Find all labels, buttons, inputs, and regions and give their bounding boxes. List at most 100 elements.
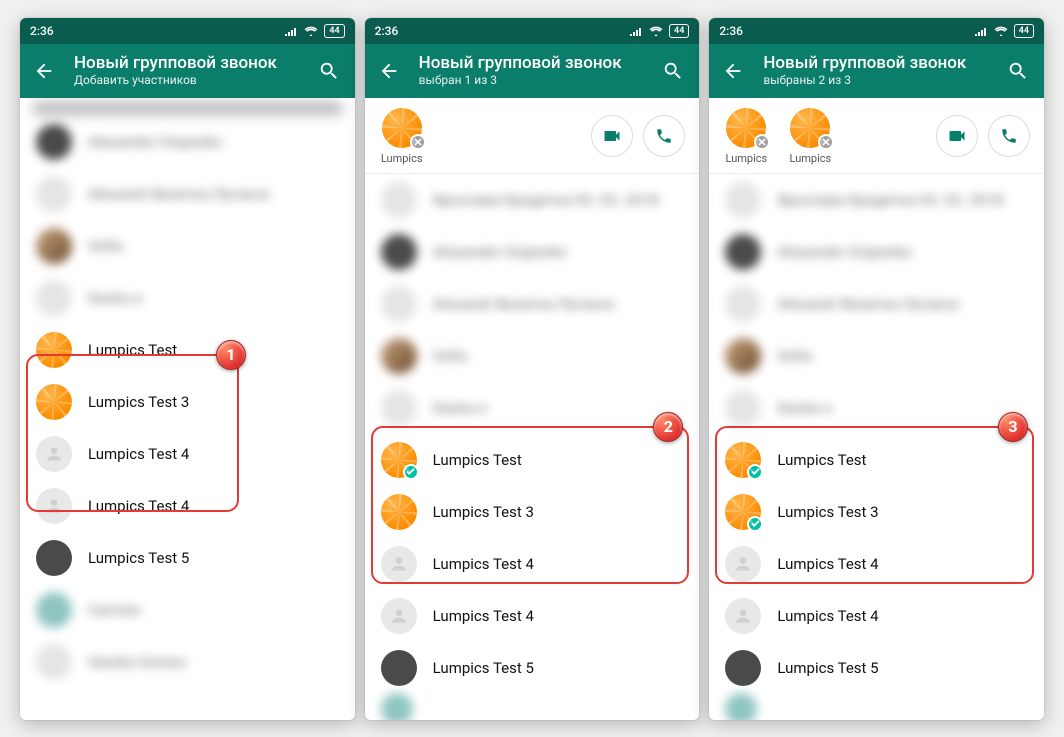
chip-label: Lumpics [726, 152, 768, 165]
contact-name: Lumpics Test 3 [777, 503, 878, 521]
back-arrow-icon[interactable] [28, 55, 60, 87]
battery-icon: 44 [669, 24, 689, 38]
contact-row-lumpics-test-4[interactable]: Lumpics Test 4 [20, 428, 355, 480]
page-title: Новый групповой звонок [763, 54, 988, 73]
voice-call-button[interactable] [988, 115, 1030, 157]
contact-row-blurred[interactable]: Alexandr Визитка Луганск [365, 278, 700, 330]
contact-row-lumpics-test-5[interactable]: Lumpics Test 5 [365, 642, 700, 694]
phone-screen-1: 2:36 44 Новый групповой звонок Добавить … [20, 18, 355, 720]
signal-icon [974, 26, 988, 36]
contact-row-blurred[interactable] [709, 694, 1044, 720]
avatar [725, 494, 761, 530]
video-call-button[interactable] [936, 115, 978, 157]
statusbar: 2:36 44 [709, 18, 1044, 44]
search-icon[interactable] [313, 55, 345, 87]
status-time: 2:36 [375, 24, 399, 38]
blurred-content [32, 102, 343, 116]
contact-row-lumpics-test[interactable]: Lumpics Test [20, 324, 355, 376]
search-icon[interactable] [1002, 55, 1034, 87]
contact-row-lumpics-test-4b[interactable]: Lumpics Test 4 [365, 590, 700, 642]
battery-icon: 44 [324, 24, 344, 38]
checkmark-icon [747, 464, 763, 480]
search-icon[interactable] [657, 55, 689, 87]
back-arrow-icon[interactable] [373, 55, 405, 87]
contact-row-blurred[interactable]: Ярослава Кредитка 05. 02. 2018 [365, 174, 700, 226]
avatar [381, 442, 417, 478]
contact-row-blurred[interactable]: Alexander Osipenko [365, 226, 700, 278]
contact-row-blurred[interactable] [365, 694, 700, 720]
selected-chip-lumpics-2[interactable]: Lumpics [787, 108, 833, 165]
checkmark-icon [747, 516, 763, 532]
selected-chip-lumpics[interactable]: Lumpics [723, 108, 769, 165]
contact-name: Lumpics Test [777, 451, 866, 469]
chip-label: Lumpics [790, 152, 832, 165]
remove-chip-icon[interactable] [410, 134, 426, 150]
contact-row-blurred[interactable]: Sandra Gomez [20, 636, 355, 688]
contact-name: Lumpics Test 5 [777, 659, 878, 677]
contact-row-lumpics-test-4b[interactable]: Lumpics Test 4 [20, 480, 355, 532]
avatar [36, 488, 72, 524]
contact-row-blurred[interactable]: Dasha ● [709, 382, 1044, 434]
contact-row-blurred[interactable]: Carmen [20, 584, 355, 636]
contact-name: Lumpics Test 5 [88, 549, 189, 567]
contact-name: Lumpics Test 4 [88, 497, 189, 515]
avatar [36, 436, 72, 472]
signal-icon [284, 26, 298, 36]
status-time: 2:36 [719, 24, 743, 38]
contact-row-blurred[interactable]: Sofia [709, 330, 1044, 382]
contact-row-blurred[interactable]: Alexander Osipenko [20, 116, 355, 168]
signal-icon [629, 26, 643, 36]
contact-row-lumpics-test-4b[interactable]: Lumpics Test 4 [709, 590, 1044, 642]
wifi-icon [649, 25, 663, 36]
avatar [725, 546, 761, 582]
avatar [36, 384, 72, 420]
statusbar: 2:36 44 [20, 18, 355, 44]
contact-name: Lumpics Test [433, 451, 522, 469]
avatar [36, 540, 72, 576]
avatar [381, 650, 417, 686]
contact-row-lumpics-test-5[interactable]: Lumpics Test 5 [709, 642, 1044, 694]
avatar [36, 332, 72, 368]
avatar [725, 598, 761, 634]
avatar [725, 650, 761, 686]
contact-row-blurred[interactable]: Dasha ● [365, 382, 700, 434]
avatar [381, 494, 417, 530]
video-call-button[interactable] [591, 115, 633, 157]
contact-row-blurred[interactable]: Alexandr Визитка Луганск [20, 168, 355, 220]
contact-row-blurred[interactable]: Alexander Osipenko [709, 226, 1044, 278]
wifi-icon [304, 25, 318, 36]
page-subtitle: выбраны 2 из 3 [763, 74, 988, 87]
contact-row-lumpics-test-3[interactable]: Lumpics Test 3 [709, 486, 1044, 538]
status-time: 2:36 [30, 24, 54, 38]
contacts-list: Ярослава Кредитка 05. 02. 2018 Alexander… [365, 174, 700, 720]
contacts-list: Ярослава Кредитка 05. 02. 2018 Alexander… [709, 174, 1044, 720]
contact-row-blurred[interactable]: Ярослава Кредитка 05. 02. 2018 [709, 174, 1044, 226]
contact-row-blurred[interactable]: Dasha ● [20, 272, 355, 324]
remove-chip-icon[interactable] [818, 134, 834, 150]
avatar [381, 598, 417, 634]
page-title: Новый групповой звонок [74, 54, 299, 73]
contact-row-lumpics-test[interactable]: Lumpics Test [365, 434, 700, 486]
page-subtitle: Добавить участников [74, 74, 299, 87]
selected-participants-row: Lumpics Lumpics [709, 98, 1044, 174]
appbar: Новый групповой звонок Добавить участник… [20, 44, 355, 98]
contact-row-blurred[interactable]: Sofia [365, 330, 700, 382]
battery-icon: 44 [1014, 24, 1034, 38]
back-arrow-icon[interactable] [717, 55, 749, 87]
chip-label: Lumpics [381, 152, 423, 165]
selected-chip-lumpics[interactable]: Lumpics [379, 108, 425, 165]
remove-chip-icon[interactable] [754, 134, 770, 150]
contact-row-lumpics-test-4[interactable]: Lumpics Test 4 [709, 538, 1044, 590]
contact-row-blurred[interactable]: Alexandr Визитка Луганск [709, 278, 1044, 330]
contact-row-lumpics-test-5[interactable]: Lumpics Test 5 [20, 532, 355, 584]
selected-participants-row: Lumpics [365, 98, 700, 174]
avatar [381, 546, 417, 582]
contact-row-lumpics-test-3[interactable]: Lumpics Test 3 [365, 486, 700, 538]
contact-row-lumpics-test-3[interactable]: Lumpics Test 3 [20, 376, 355, 428]
appbar: Новый групповой звонок выбран 1 из 3 [365, 44, 700, 98]
contact-row-lumpics-test-4[interactable]: Lumpics Test 4 [365, 538, 700, 590]
contact-row-lumpics-test[interactable]: Lumpics Test [709, 434, 1044, 486]
voice-call-button[interactable] [643, 115, 685, 157]
contact-name: Lumpics Test 5 [433, 659, 534, 677]
contact-row-blurred[interactable]: Sofia [20, 220, 355, 272]
